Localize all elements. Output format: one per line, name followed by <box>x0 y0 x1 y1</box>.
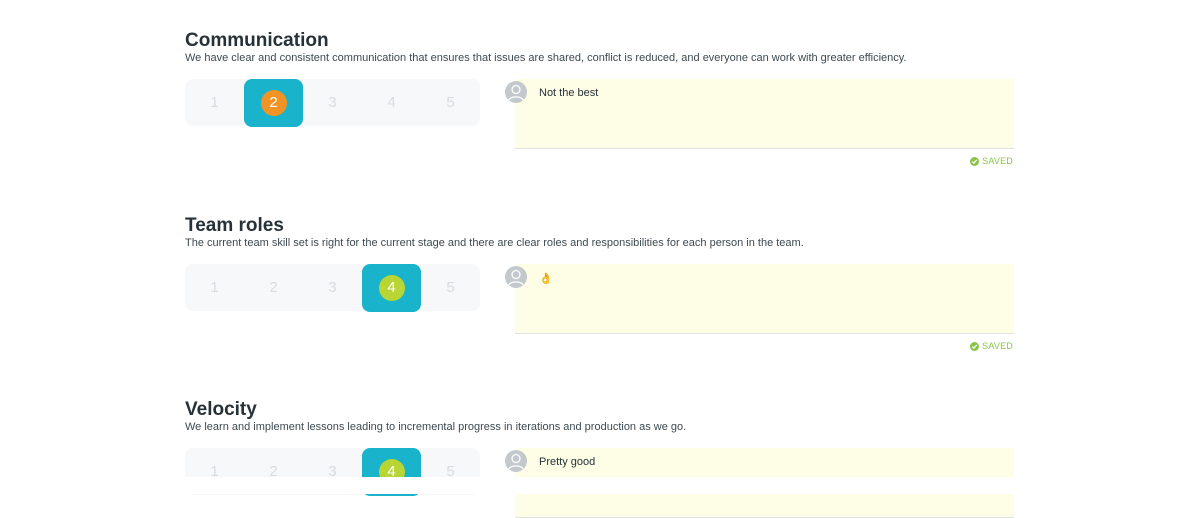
user-avatar-icon <box>505 450 527 472</box>
comment-text: Not the best <box>539 87 599 99</box>
rating-option-2-selected[interactable]: 2 <box>244 78 303 127</box>
comment-box[interactable]: 👌 <box>515 264 1014 334</box>
rating-score-badge: 2 <box>260 89 287 116</box>
rating-option-4[interactable]: 4 <box>362 79 421 126</box>
rating-option-label: 5 <box>446 279 455 296</box>
rating-option-label: 4 <box>387 94 396 111</box>
section-description: We have clear and consistent communicati… <box>185 52 907 64</box>
rating-scale: 1 2 3 4 5 <box>185 78 480 127</box>
user-avatar-icon <box>505 266 527 288</box>
check-circle-icon <box>970 341 980 351</box>
section-title: Communication <box>185 30 329 51</box>
rating-option-2[interactable]: 2 <box>244 264 303 311</box>
rating-option-5[interactable]: 5 <box>421 264 480 311</box>
rating-score-badge: 4 <box>378 274 405 301</box>
saved-status: SAVED <box>970 156 1013 166</box>
rating-option-3[interactable]: 3 <box>303 264 362 311</box>
section-title: Team roles <box>185 215 284 236</box>
rating-scale: 1 2 3 4 5 <box>185 263 480 312</box>
comment-text: Pretty good <box>539 456 596 468</box>
rating-option-3[interactable]: 3 <box>303 79 362 126</box>
section-title: Velocity <box>185 399 257 420</box>
rating-option-label: 1 <box>210 279 219 296</box>
saved-status: SAVED <box>970 341 1013 351</box>
rating-option-label: 3 <box>328 279 337 296</box>
bottom-mask <box>0 477 1200 494</box>
rating-option-1[interactable]: 1 <box>185 79 244 126</box>
comment-text: 👌 <box>539 273 553 285</box>
rating-option-4-selected[interactable]: 4 <box>362 263 421 312</box>
saved-label: SAVED <box>982 341 1013 351</box>
section-description: We learn and implement lessons leading t… <box>185 421 687 433</box>
comment-box[interactable]: Not the best <box>515 79 1014 149</box>
section-description: The current team skill set is right for … <box>185 237 804 249</box>
check-circle-icon <box>970 156 980 166</box>
rating-option-label: 1 <box>210 94 219 111</box>
rating-option-label: 5 <box>446 94 455 111</box>
saved-label: SAVED <box>982 156 1013 166</box>
user-avatar-icon <box>505 81 527 103</box>
rating-option-1[interactable]: 1 <box>185 264 244 311</box>
rating-option-5[interactable]: 5 <box>421 79 480 126</box>
rating-option-label: 3 <box>328 94 337 111</box>
rating-option-label: 2 <box>269 279 278 296</box>
